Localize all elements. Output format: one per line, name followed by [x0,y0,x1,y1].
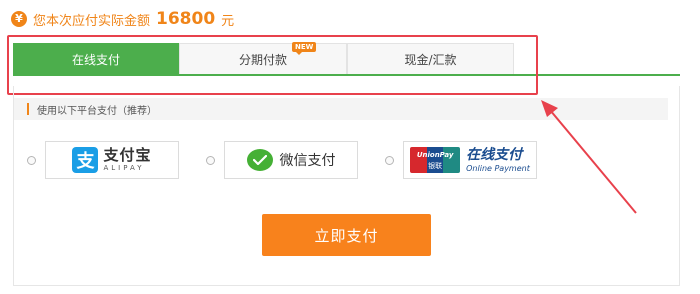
payment-page: ¥ 您本次应付实际金额 16800 元 在线支付 分期付款 NEW 现金/汇款 … [0,0,700,294]
annotation-arrow-icon [541,100,637,214]
